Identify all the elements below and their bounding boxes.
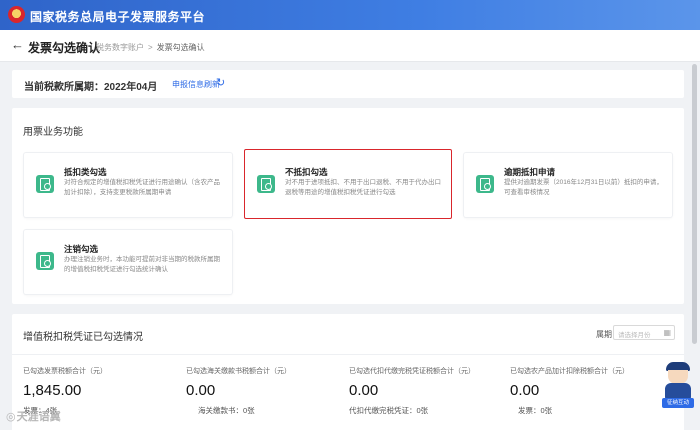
- watermark-icon: ◎: [6, 411, 16, 423]
- tile-description: 提供对逾期发票（2016年12月31日以前）抵扣的申请，可查看审核情况: [504, 179, 663, 196]
- stat-value: 0.00: [510, 382, 540, 399]
- mascot-face: [668, 370, 688, 384]
- stat-count: 代扣代缴完税凭证：0张: [349, 406, 429, 415]
- tile-title: 不抵扣勾选: [285, 167, 328, 177]
- tax-period-label: 当前税款所属期：2022年04月: [24, 82, 158, 93]
- tile-overdue-deduction-apply[interactable]: 逾期抵扣申请 提供对逾期发票（2016年12月31日以前）抵扣的申请，可查看审核…: [464, 153, 672, 217]
- national-emblem-icon: [8, 6, 25, 23]
- stat-count: 发票：0张: [518, 406, 553, 415]
- tile-description: 对符合规定的增值税扣税凭证进行用途确认（含农产品加计扣除），支持变更税款所属期申…: [64, 179, 220, 196]
- page-title: 发票勾选确认: [28, 41, 101, 55]
- tile-non-deduction-check[interactable]: 不抵扣勾选 对不用于进项抵扣、不用于出口退税、不用于代办出口退税等用途的增值税扣…: [244, 149, 452, 219]
- stat-value: 0.00: [186, 382, 216, 399]
- tax-period-bar: 当前税款所属期：2022年04月 申报信息刷新 ↻: [12, 70, 684, 98]
- scrollbar-thumb[interactable]: [692, 64, 697, 344]
- page-header: ← 发票勾选确认 税务数字账户 > 发票勾选确认: [0, 30, 700, 62]
- section-title: 增值税扣税凭证已勾选情况: [23, 332, 143, 343]
- refresh-icon[interactable]: ↻: [216, 76, 225, 89]
- stat-label: 已勾选海关缴款书税额合计（元）: [186, 368, 291, 375]
- tile-description: 对不用于进项抵扣、不用于出口退税、不用于代办出口退税等用途的增值税扣税凭证进行勾…: [285, 179, 441, 196]
- breadcrumb: 税务数字账户 > 发票勾选确认: [96, 42, 205, 53]
- breadcrumb-separator: >: [148, 43, 153, 52]
- assistant-mascot[interactable]: 征纳互动: [662, 362, 694, 410]
- stat-count: 海关缴款书：0张: [198, 406, 255, 415]
- section-title: 用票业务功能: [23, 127, 83, 138]
- invoice-exclude-icon: [257, 175, 275, 193]
- tile-deduction-check[interactable]: 抵扣类勾选 对符合规定的增值税扣税凭证进行用途确认（含农产品加计扣除），支持变更…: [24, 153, 232, 217]
- back-arrow-icon[interactable]: ←: [11, 37, 24, 52]
- tile-title: 逾期抵扣申请: [504, 167, 556, 177]
- tile-description: 办理注销业务时，本功能可提前对非当期的税款所属期的增值税扣税凭证进行勾选统计确认: [64, 256, 220, 273]
- stat-agricultural-tax: 已勾选农产品加计扣除税额合计（元） 0.00 发票：0张: [510, 366, 670, 416]
- assistant-label: 征纳互动: [662, 398, 694, 408]
- invoice-check-icon: [36, 175, 54, 193]
- stat-customs-tax: 已勾选海关缴款书税额合计（元） 0.00 海关缴款书：0张: [186, 366, 346, 416]
- cancel-check-icon: [36, 252, 54, 270]
- mascot-body: [665, 383, 691, 399]
- stat-label: 已勾选发票税额合计（元）: [23, 368, 107, 375]
- checked-summary-panel: 增值税扣税凭证已勾选情况 属期 请选择月份 ▦ 已勾选发票税额合计（元） 1,8…: [12, 314, 684, 430]
- divider: [12, 354, 684, 355]
- month-picker[interactable]: 请选择月份 ▦: [613, 325, 675, 340]
- breadcrumb-item-current: 发票勾选确认: [156, 43, 205, 52]
- period-filter-label: 属期: [596, 330, 612, 339]
- tile-cancellation-check[interactable]: 注销勾选 办理注销业务时，本功能可提前对非当期的税款所属期的增值税扣税凭证进行勾…: [24, 230, 232, 294]
- calendar-icon: ▦: [663, 328, 671, 337]
- overdue-apply-icon: [476, 175, 494, 193]
- tile-title: 抵扣类勾选: [64, 167, 107, 177]
- stat-label: 已勾选农产品加计扣除税额合计（元）: [510, 368, 629, 375]
- business-functions-panel: 用票业务功能 抵扣类勾选 对符合规定的增值税扣税凭证进行用途确认（含农产品加计扣…: [12, 108, 684, 304]
- breadcrumb-item-tax-account[interactable]: 税务数字账户: [96, 43, 144, 52]
- stat-value: 1,845.00: [23, 382, 82, 399]
- watermark: ◎天涯语冀: [6, 408, 61, 424]
- tile-title: 注销勾选: [64, 244, 99, 254]
- platform-title: 国家税务总局电子发票服务平台: [30, 10, 206, 24]
- stat-withholding-tax: 已勾选代扣代缴完税凭证税额合计（元） 0.00 代扣代缴完税凭证：0张: [349, 366, 509, 416]
- refresh-declaration-link[interactable]: 申报信息刷新: [172, 79, 220, 90]
- stat-label: 已勾选代扣代缴完税凭证税额合计（元）: [349, 368, 475, 375]
- month-picker-placeholder: 请选择月份: [618, 332, 651, 339]
- stat-value: 0.00: [349, 382, 379, 399]
- watermark-text: 天涯语冀: [16, 411, 61, 423]
- top-bar: 国家税务总局电子发票服务平台: [0, 0, 700, 30]
